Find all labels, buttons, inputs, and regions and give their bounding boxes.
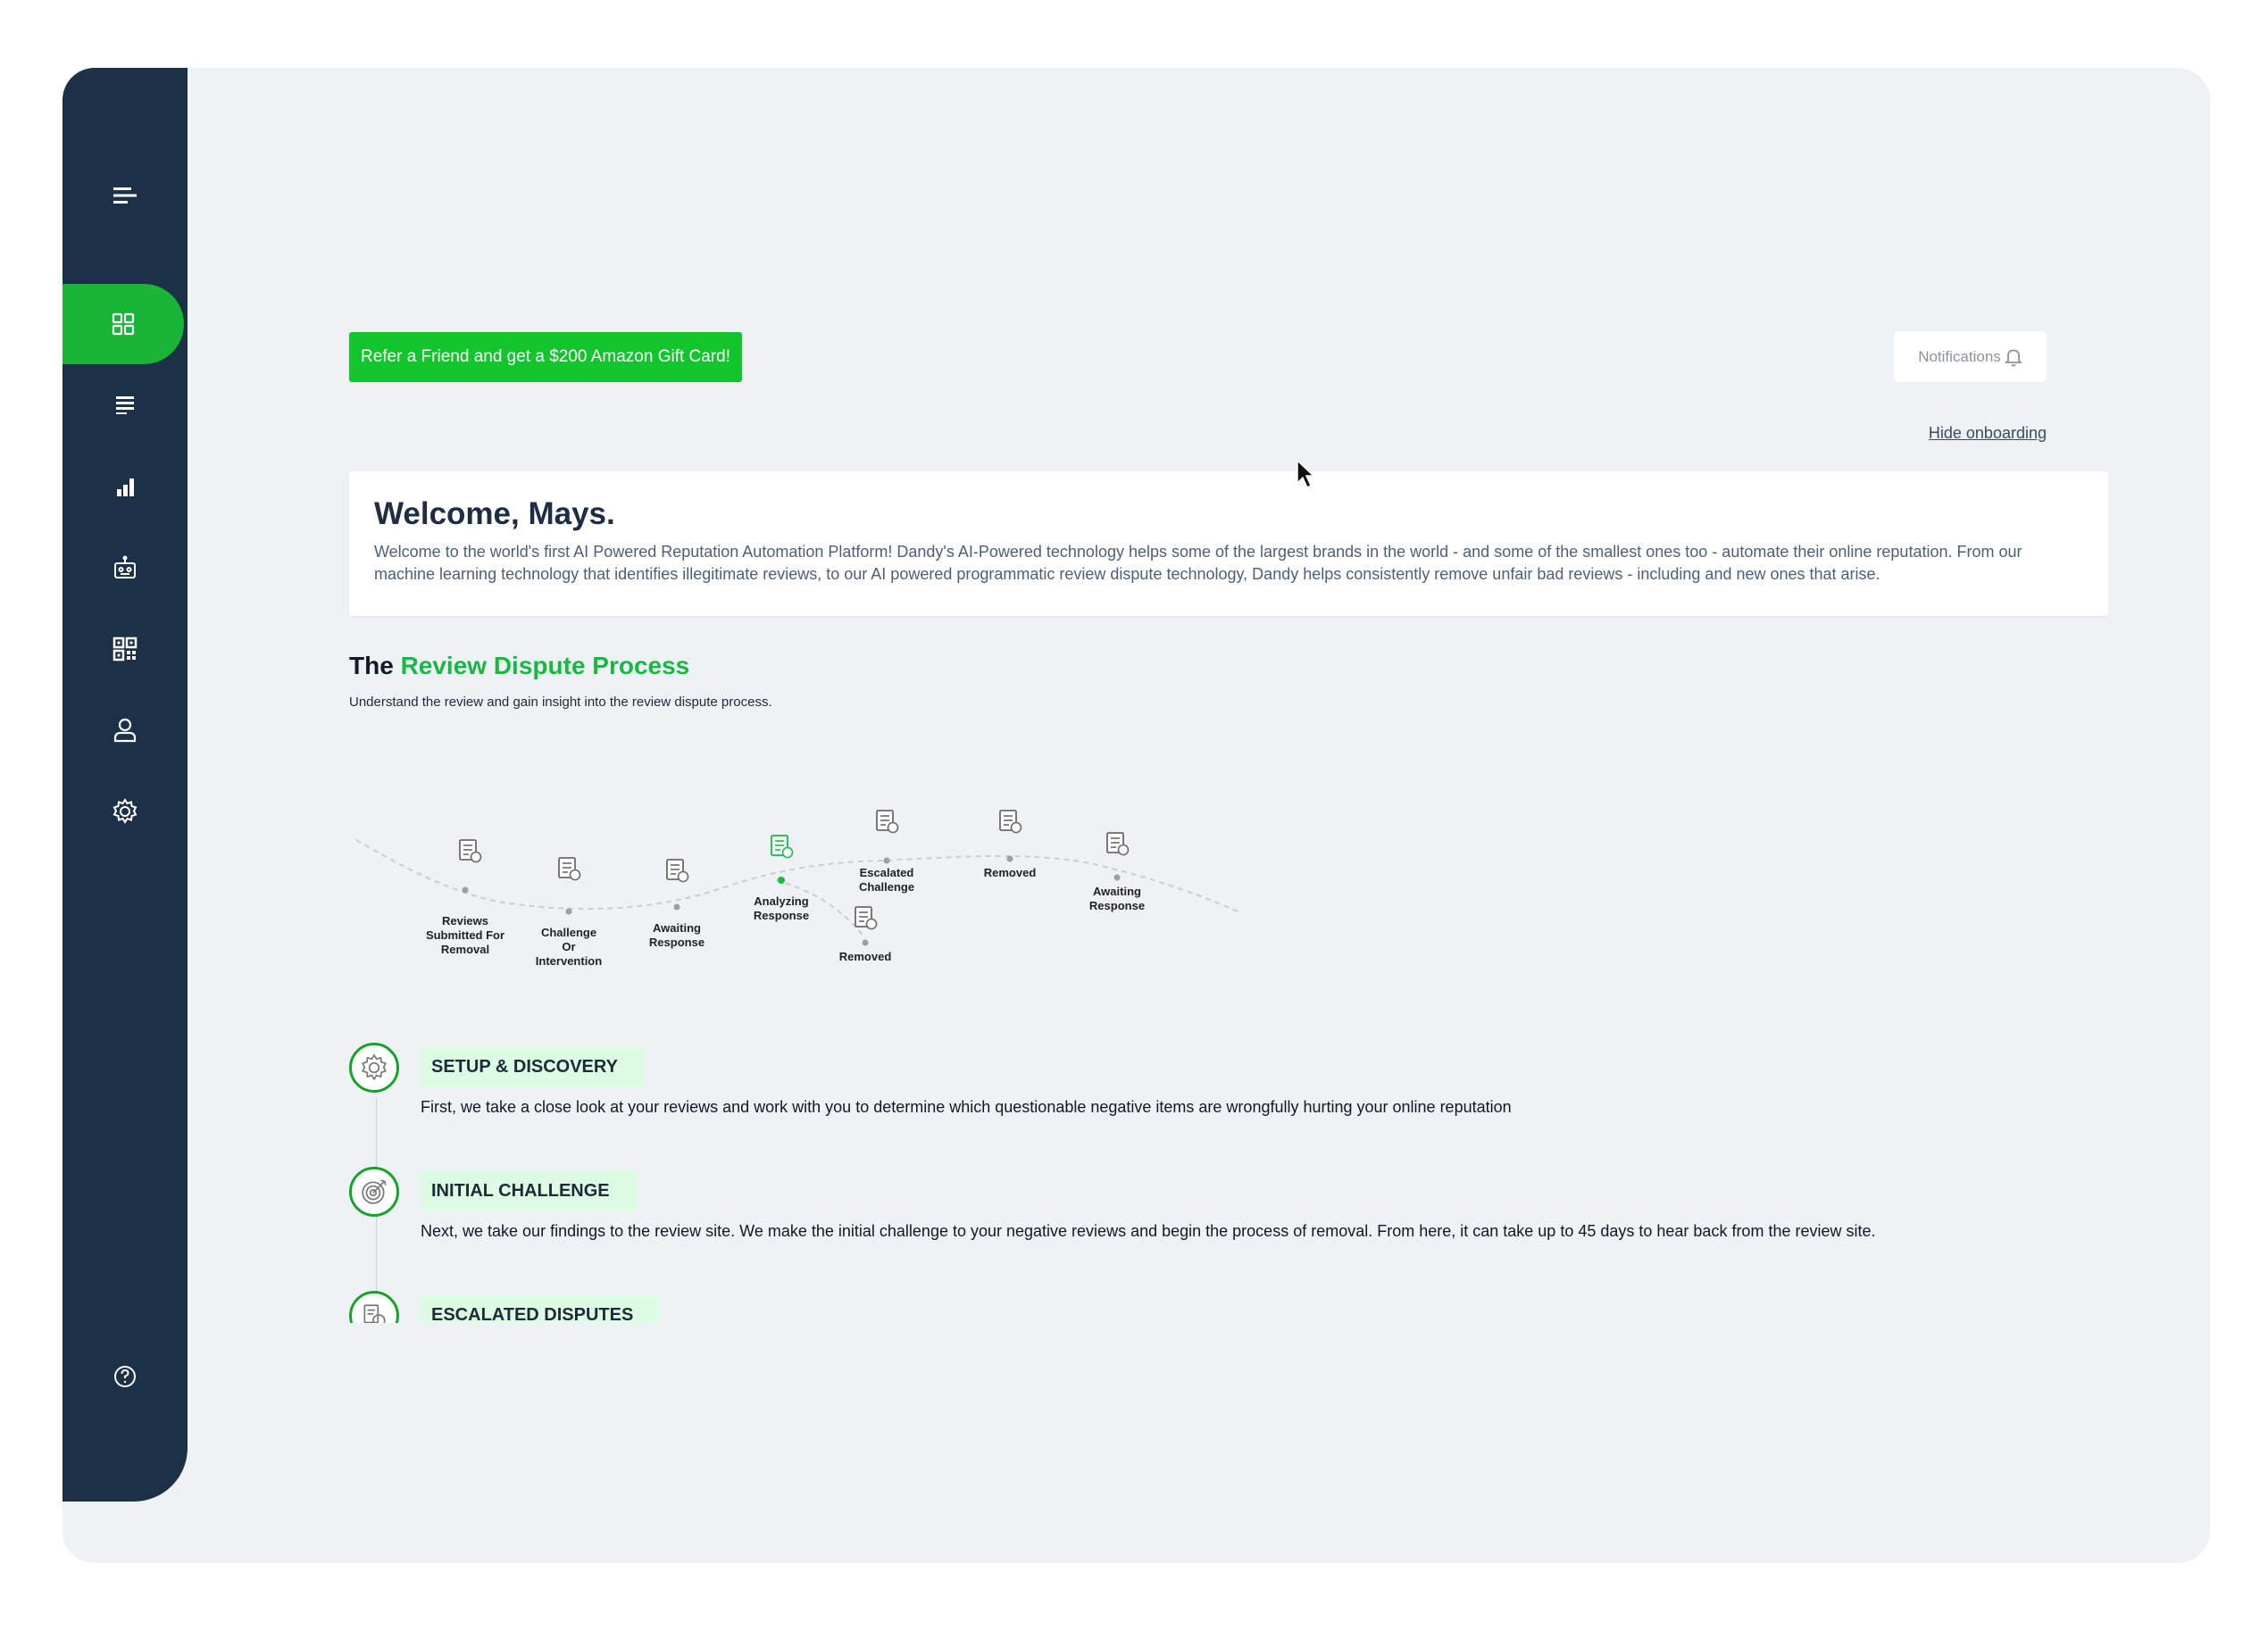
welcome-text: Welcome to the world's first AI Powered … [374, 543, 2022, 583]
step-icon-wrapper [349, 1043, 399, 1093]
stage-dot [1006, 855, 1013, 862]
stage-dot [462, 886, 469, 894]
stage-dot [565, 908, 572, 915]
stage-dot [1113, 874, 1121, 881]
step-icon-wrapper [349, 1167, 399, 1217]
process-stage: Removed [839, 906, 892, 963]
process-stage: Removed [984, 810, 1037, 879]
stage-label: Analyzing Response [754, 894, 809, 922]
welcome-card: Welcome, Mays. Welcome to the world's fi… [349, 471, 2108, 616]
bar-chart-icon [117, 478, 134, 496]
sidebar [63, 68, 188, 1502]
stage-dot [778, 877, 785, 884]
sidebar-item-profile[interactable] [63, 690, 188, 770]
process-stage: Awaiting Response [1089, 832, 1145, 912]
menu-toggle-button[interactable] [63, 155, 188, 236]
step-icon-wrapper [349, 1291, 399, 1323]
mouse-cursor-icon [1297, 460, 1315, 489]
escalate-icon [876, 810, 899, 834]
welcome-title: Welcome, Mays. [374, 496, 615, 531]
sidebar-item-dashboard[interactable] [63, 284, 184, 364]
robot-icon [114, 555, 136, 578]
app-window: Refer a Friend and get a $200 Amazon Gif… [63, 68, 2210, 1563]
step-title: ESCALATED DISPUTES [421, 1294, 661, 1323]
sidebar-item-settings[interactable] [63, 771, 188, 852]
sidebar-item-help[interactable] [63, 1336, 188, 1417]
gear-icon [361, 1053, 388, 1081]
stage-label: Removed [984, 866, 1037, 879]
process-diagram: Reviews Submitted For Removal Challenge Or In… [355, 810, 1242, 968]
stage-dot [862, 939, 869, 946]
stage-label: Challenge Or Intervention [536, 926, 602, 968]
magnifier-document-icon [771, 835, 794, 859]
step-description: First, we take a close look at your revi… [421, 1098, 1512, 1116]
process-subtitle: Understand the review and gain insight i… [349, 695, 772, 710]
shredder-icon [999, 810, 1022, 834]
target-icon [362, 1179, 387, 1204]
process-steps: SETUP & DISCOVERY First, we take a close… [349, 1043, 2189, 1323]
hide-onboarding-link[interactable]: Hide onboarding [1924, 424, 2047, 443]
stage-dot [883, 857, 890, 864]
stage-dot [673, 903, 680, 911]
process-stage: Challenge Or Intervention [536, 857, 602, 968]
step-title: INITIAL CHALLENGE [421, 1170, 637, 1211]
sidebar-item-qr-codes[interactable] [63, 609, 188, 689]
stage-label: Awaiting Response [649, 921, 705, 949]
stage-label: Awaiting Response [1089, 885, 1145, 912]
help-icon [114, 1366, 136, 1387]
timer-document-icon [1106, 832, 1130, 856]
notifications-button[interactable]: Notifications [1894, 331, 2047, 382]
gears-icon [558, 857, 581, 881]
step-description: Next, we take our findings to the review… [421, 1222, 1876, 1240]
process-stage: Escalated Challenge [859, 810, 914, 894]
stage-label: Removed [839, 950, 892, 963]
process-title: The Review Dispute Process [349, 652, 689, 680]
document-edit-icon [459, 839, 482, 863]
clock-person-icon [666, 859, 689, 883]
hamburger-icon [113, 187, 137, 204]
stage-label: Reviews Submitted For Removal [426, 914, 504, 956]
escalate-icon [363, 1304, 386, 1323]
process-title-prefix: The [349, 652, 394, 679]
user-icon [113, 718, 137, 743]
sidebar-item-reports[interactable] [63, 446, 188, 527]
grid-icon [112, 312, 135, 336]
list-icon [116, 396, 134, 414]
process-stage: Analyzing Response [754, 835, 809, 922]
main-content: Refer a Friend and get a $200 Amazon Gif… [188, 68, 2210, 1563]
step-title: SETUP & DISCOVERY [421, 1046, 645, 1087]
shredder-icon [855, 906, 878, 930]
refer-friend-button[interactable]: Refer a Friend and get a $200 Amazon Gif… [349, 332, 742, 382]
gear-icon [113, 798, 138, 824]
process-title-accent: Review Dispute Process [400, 652, 690, 679]
stage-label: Escalated Challenge [859, 866, 914, 894]
process-stage: Reviews Submitted For Removal [426, 839, 504, 956]
notifications-label: Notifications [1918, 347, 2001, 365]
sidebar-item-reviews[interactable] [63, 365, 188, 445]
bell-icon [2004, 349, 2022, 366]
qr-code-icon [113, 636, 138, 661]
sidebar-item-automation[interactable] [63, 528, 188, 608]
